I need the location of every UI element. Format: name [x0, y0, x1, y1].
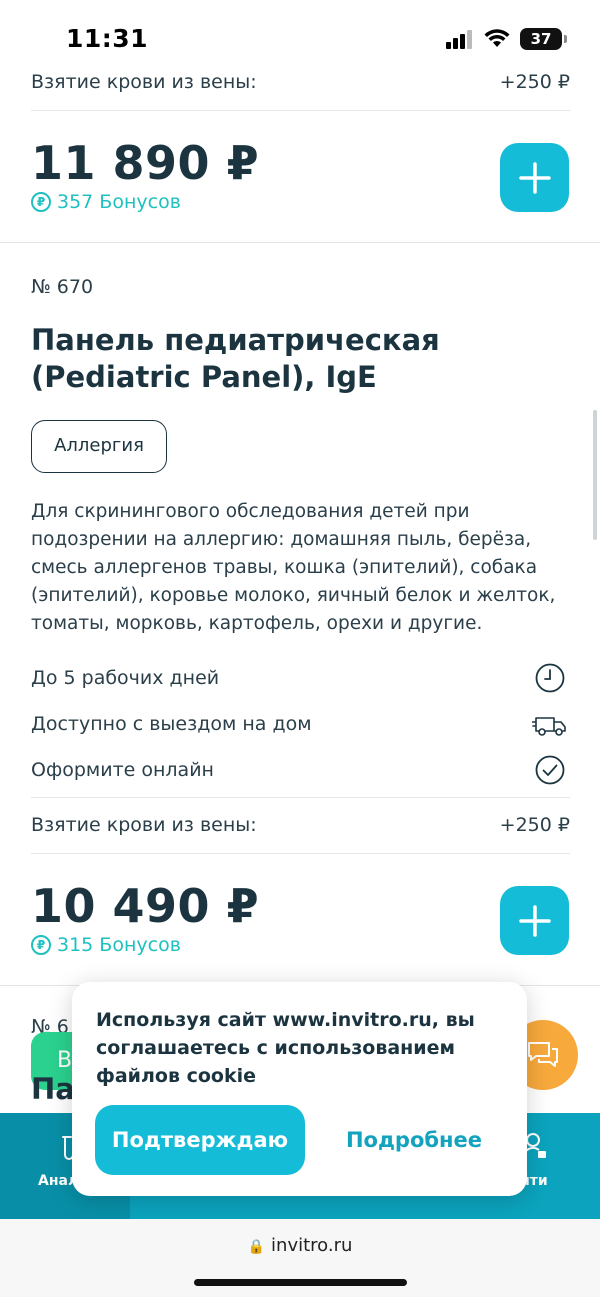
feature-label: Оформите онлайн [31, 759, 214, 781]
blood-draw-price: +250 ₽ [499, 71, 570, 93]
bonus-label: 357 Бонусов [57, 191, 181, 213]
check-circle-icon [535, 755, 565, 785]
blood-draw-label: Взятие крови из вены: [31, 814, 257, 836]
battery-indicator: 37 [520, 28, 567, 50]
clock-icon [535, 663, 565, 693]
browser-url-bar[interactable]: 🔒 invitro.ru [0, 1219, 600, 1297]
status-bar: 11:31 37 [0, 0, 600, 78]
blood-draw-row: Взятие крови из вены: +250 ₽ [31, 814, 570, 836]
feature-label: Доступно с выездом на дом [31, 713, 312, 735]
delivery-van-icon [532, 717, 566, 736]
url-text: invitro.ru [271, 1235, 353, 1256]
ruble-bonus-icon: ₽ [31, 935, 51, 955]
feature-turnaround: До 5 рабочих дней [31, 662, 570, 694]
item-number: № 670 [31, 276, 94, 298]
item-price: 10 490 ₽ [31, 879, 260, 933]
item-bonus: ₽ 315 Бонусов [31, 934, 181, 956]
category-tag[interactable]: Аллергия [31, 420, 167, 473]
ruble-bonus-icon: ₽ [31, 192, 51, 212]
signal-icon [446, 30, 472, 49]
card-divider [0, 242, 600, 243]
item-title[interactable]: Панель педиатрическая (Pediatric Panel),… [31, 322, 551, 396]
cookie-more-button[interactable]: Подробнее [334, 1105, 494, 1175]
scrollbar[interactable] [593, 410, 597, 540]
next-item-title[interactable]: Па [31, 1072, 75, 1106]
feature-home-visit: Доступно с выездом на дом [31, 708, 570, 740]
plus-icon [518, 161, 551, 194]
item-description: Для скринингового обследования детей при… [31, 501, 556, 634]
status-time: 11:31 [66, 24, 149, 53]
home-indicator [194, 1279, 407, 1286]
blood-draw-label: Взятие крови из вены: [31, 71, 257, 93]
status-icons: 37 [446, 28, 567, 50]
prev-blood-draw-row: Взятие крови из вены: +250 ₽ [31, 71, 570, 93]
divider [31, 853, 570, 854]
add-to-cart-button[interactable] [500, 886, 569, 955]
divider [31, 797, 570, 798]
cookie-banner: Используя сайт www.invitro.ru, вы соглаш… [72, 982, 527, 1196]
prev-item-bonus: ₽ 357 Бонусов [31, 191, 181, 213]
feature-online: Оформите онлайн [31, 754, 570, 786]
blood-draw-price: +250 ₽ [499, 814, 570, 836]
divider [31, 110, 570, 111]
cookie-text: Используя сайт www.invitro.ru, вы соглаш… [96, 1009, 475, 1087]
lock-icon: 🔒 [247, 1239, 266, 1255]
bonus-label: 315 Бонусов [57, 934, 181, 956]
chat-icon [528, 1042, 558, 1067]
wifi-icon [484, 29, 510, 47]
prev-item-price: 11 890 ₽ [31, 136, 260, 190]
plus-icon [518, 904, 551, 937]
url-display[interactable]: 🔒 invitro.ru [0, 1235, 600, 1256]
add-to-cart-button[interactable] [500, 143, 569, 212]
feature-label: До 5 рабочих дней [31, 667, 220, 689]
cookie-accept-button[interactable]: Подтверждаю [95, 1105, 305, 1175]
